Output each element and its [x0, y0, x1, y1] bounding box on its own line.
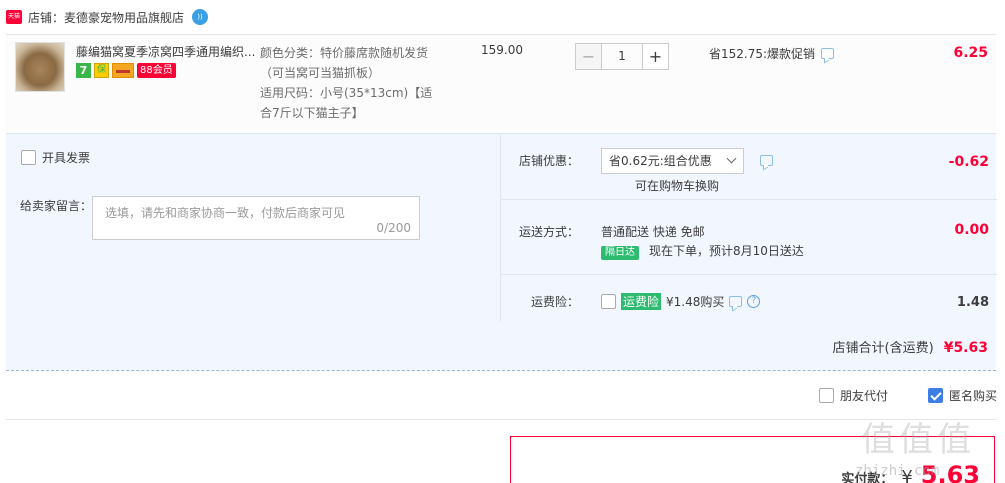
product-prop-line: （可当窝可当猫抓板）	[260, 66, 381, 80]
shipping-insurance-value: 1.48	[956, 295, 989, 310]
quantity-stepper: − 1 +	[575, 43, 669, 70]
product-prop-line: 颜色分类：特价藤席款随机发货	[260, 46, 429, 60]
shipping-label: 运送方式：	[518, 225, 579, 239]
seller-message-label: 给卖家留言：	[20, 199, 93, 213]
tmall-logo-icon: 天猫	[6, 10, 22, 24]
shipping-insurance-tag: 运费险	[621, 293, 662, 310]
shop-discount-select[interactable]: 省0.62元:组合优惠	[601, 148, 744, 174]
chevron-down-icon	[726, 153, 737, 164]
shop-discount-value: -0.62	[948, 154, 989, 170]
anonymous-purchase-label: 匿名购买	[948, 389, 997, 403]
shop-header: 天猫 店铺：麦德豪宠物用品旗舰店 ))	[6, 6, 209, 28]
anonymous-purchase-checkbox[interactable]	[927, 388, 943, 403]
product-title[interactable]: 藤编猫窝夏季凉窝四季通用编织...	[76, 43, 256, 60]
product-thumbnail[interactable]	[15, 42, 65, 92]
payment-currency: ¥	[901, 467, 913, 483]
shop-total-label: 店铺合计(含运费)	[832, 341, 934, 356]
invoice-option[interactable]: 开具发票	[21, 149, 90, 166]
shipping-insurance-label: 运费险：	[530, 295, 579, 309]
shipping-insurance-price: ¥1.48购买	[666, 295, 725, 309]
invoice-checkbox[interactable]	[21, 150, 36, 165]
divider	[6, 419, 996, 420]
shipping-eta: 现在下单，预计8月10日送达	[649, 244, 804, 258]
product-properties: 颜色分类：特价藤席款随机发货 （可当窝可当猫抓板） 适用尺码：小号(35*13c…	[260, 43, 450, 123]
discount-comment-icon[interactable]	[821, 48, 835, 59]
product-prop-line: 适用尺码：小号(35*13cm)【适	[260, 86, 433, 100]
shop-discount-label: 店铺优惠：	[518, 154, 579, 168]
seven-day-return-icon[interactable]: 7	[76, 63, 91, 78]
anonymous-purchase-option[interactable]: 匿名购买	[927, 387, 997, 404]
shop-discount-selected: 省0.62元:组合优惠	[609, 154, 712, 168]
credit-card-icon[interactable]	[112, 63, 134, 78]
quantity-decrease-button[interactable]: −	[575, 43, 602, 70]
vip88-badge-icon[interactable]: 88会员	[137, 63, 176, 78]
payment-summary-box: 实付款： ¥ 5.63	[510, 436, 995, 483]
shipping-row: 运送方式： 普通配送 快递 免邮 隔日达 现在下单，预计8月10日送达 0.00	[501, 200, 997, 275]
product-prop-line: 合7斤以下猫主子】	[260, 106, 364, 120]
shipping-eta-line: 隔日达 现在下单，预计8月10日送达	[601, 242, 804, 260]
payment-amount: 5.63	[920, 461, 980, 483]
quantity-increase-button[interactable]: +	[642, 43, 669, 70]
discount-comment-icon[interactable]	[760, 155, 773, 166]
wangwang-chat-icon[interactable]: ))	[192, 9, 209, 25]
item-discount: 省152.75:爆款促销	[709, 45, 835, 62]
shop-total: 店铺合计(含运费) ¥5.63	[833, 337, 988, 356]
seller-message-placeholder: 选填，请先和商家协商一致，付款后商家可见	[105, 206, 346, 220]
payment-label: 实付款：	[841, 472, 894, 483]
payment-options: 朋友代付 匿名购买	[818, 387, 997, 404]
friend-pay-label: 朋友代付	[839, 389, 888, 403]
shipping-method: 普通配送 快递 免邮	[601, 225, 705, 239]
guarantee-icon[interactable]: 保	[94, 63, 109, 78]
product-service-icons: 7 保 88会员	[76, 63, 176, 78]
item-discount-label: 省152.75:爆款促销	[709, 47, 816, 61]
next-day-badge: 隔日达	[601, 246, 639, 260]
order-options-panel: 开具发票 给卖家留言： 选填，请先和商家协商一致，付款后商家可见 0/200 店…	[6, 133, 997, 371]
quantity-input[interactable]: 1	[602, 43, 642, 70]
shop-total-value: ¥5.63	[943, 340, 988, 356]
seller-message-counter: 0/200	[376, 221, 411, 235]
friend-pay-option[interactable]: 朋友代付	[818, 387, 888, 404]
unit-price: 159.00	[481, 43, 523, 57]
seller-message-input[interactable]: 选填，请先和商家协商一致，付款后商家可见 0/200	[92, 196, 420, 240]
shop-discount-row: 店铺优惠： 省0.62元:组合优惠 可在购物车换购 -0.62	[501, 134, 997, 200]
order-options-right: 店铺优惠： 省0.62元:组合优惠 可在购物车换购 -0.62 运送方式： 普通…	[500, 134, 997, 321]
order-item-row: 藤编猫窝夏季凉窝四季通用编织... 7 保 88会员 颜色分类：特价藤席款随机发…	[6, 34, 996, 132]
friend-pay-checkbox[interactable]	[818, 388, 834, 403]
shop-discount-note[interactable]: 可在购物车换购	[635, 177, 719, 194]
insurance-comment-icon[interactable]	[729, 296, 743, 307]
invoice-label: 开具发票	[42, 151, 91, 165]
item-subtotal: 6.25	[953, 45, 988, 61]
help-icon[interactable]: ?	[747, 295, 761, 308]
shipping-value: 0.00	[954, 222, 989, 238]
shipping-insurance-checkbox[interactable]	[601, 294, 616, 309]
shipping-insurance-row: 运费险： 运费险 ¥1.48购买 ? 1.48	[501, 275, 997, 321]
shop-name[interactable]: 店铺：麦德豪宠物用品旗舰店	[28, 9, 184, 26]
payment-total: 实付款： ¥ 5.63	[841, 461, 980, 483]
shipping-insurance-option: 运费险 ¥1.48购买 ?	[601, 293, 761, 310]
